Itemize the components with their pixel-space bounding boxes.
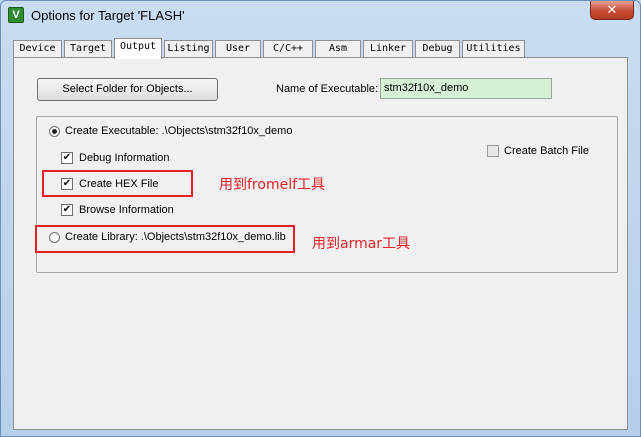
library-highlight-box (35, 225, 295, 253)
hex-highlight-box (42, 170, 193, 197)
library-annotation: 用到armar工具 (312, 236, 411, 252)
options-dialog: V Options for Target 'FLASH' ✕ Device Ta… (0, 0, 641, 437)
create-executable-radio[interactable] (49, 126, 60, 137)
create-batch-file-label: Create Batch File (504, 145, 589, 157)
create-batch-file-checkbox[interactable] (487, 145, 499, 157)
browse-information-checkbox[interactable]: ✔ (61, 204, 73, 216)
name-of-executable-input[interactable]: stm32f10x_demo (380, 78, 552, 99)
tab-utilities[interactable]: Utilities (462, 40, 525, 58)
tab-output[interactable]: Output (114, 38, 162, 59)
browse-information-label: Browse Information (79, 204, 174, 216)
debug-information-checkbox[interactable]: ✔ (61, 152, 73, 164)
tab-c-cpp[interactable]: C/C++ (263, 40, 313, 58)
window-title: Options for Target 'FLASH' (31, 8, 185, 23)
tab-device[interactable]: Device (13, 40, 62, 58)
create-executable-label: Create Executable: .\Objects\stm32f10x_d… (65, 125, 293, 137)
keil-app-icon: V (8, 7, 24, 23)
select-folder-button[interactable]: Select Folder for Objects... (37, 78, 218, 101)
debug-information-label: Debug Information (79, 152, 170, 164)
tab-target[interactable]: Target (64, 40, 112, 58)
title-bar[interactable]: V Options for Target 'FLASH' ✕ (1, 1, 640, 31)
tab-debug[interactable]: Debug (415, 40, 460, 58)
tab-asm[interactable]: Asm (315, 40, 361, 58)
tab-user[interactable]: User (215, 40, 261, 58)
name-of-executable-label: Name of Executable: (276, 83, 379, 95)
checkmark-icon: ✔ (62, 152, 72, 163)
checkmark-icon: ✔ (62, 204, 72, 215)
close-icon: ✕ (606, 2, 618, 17)
tab-linker[interactable]: Linker (363, 40, 413, 58)
close-button[interactable]: ✕ (590, 1, 634, 20)
hex-annotation: 用到fromelf工具 (219, 177, 326, 193)
tab-listing[interactable]: Listing (164, 40, 213, 58)
